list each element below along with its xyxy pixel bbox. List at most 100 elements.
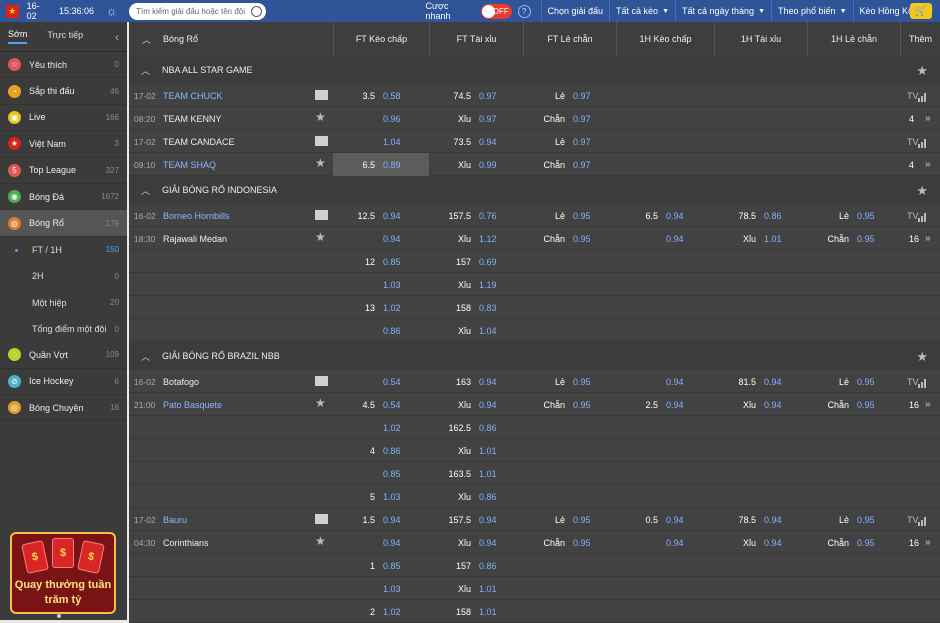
help-icon[interactable]: ? — [518, 5, 531, 18]
odds-price[interactable]: 0.94 — [479, 370, 497, 393]
sidebar-item[interactable]: ⊘Ice Hockey6 — [0, 369, 127, 395]
odds-price[interactable]: 0.97 — [479, 107, 497, 130]
top-menu-item[interactable]: Theo phổ biến▼ — [771, 0, 852, 22]
odds-price[interactable]: 0.94 — [764, 370, 782, 393]
more-bets-count[interactable]: 16 — [909, 227, 919, 250]
star-icon[interactable]: ★ — [315, 534, 326, 548]
odds-price[interactable]: 0.95 — [857, 227, 875, 250]
uk-flag-icon[interactable] — [315, 136, 328, 146]
more-bets-count[interactable]: 4 — [909, 107, 914, 130]
odds-price[interactable]: 1.04 — [479, 319, 497, 342]
odds-price[interactable]: 0.69 — [479, 250, 497, 273]
star-icon[interactable]: ★ — [916, 63, 928, 79]
odds-price[interactable]: 1.01 — [479, 439, 497, 462]
odds-price[interactable]: 0.94 — [479, 130, 497, 153]
odds-price[interactable]: 0.85 — [383, 554, 401, 577]
search-input[interactable]: Tìm kiếm giải đấu hoặc tên đội — [129, 3, 265, 20]
odds-price[interactable]: 1.03 — [383, 577, 401, 600]
odds-price[interactable]: 0.86 — [479, 554, 497, 577]
odds-price[interactable]: 0.97 — [479, 84, 497, 107]
odds-price[interactable]: 0.95 — [857, 508, 875, 531]
odds-price[interactable]: 1.02 — [383, 296, 401, 319]
odds-price[interactable]: 0.95 — [573, 393, 591, 416]
tv-icon[interactable]: TV — [907, 508, 919, 531]
chevron-up-icon[interactable]: ︿ — [141, 64, 150, 77]
odds-price[interactable]: 0.97 — [573, 84, 591, 107]
odds-price[interactable]: 0.86 — [479, 485, 497, 508]
home-team[interactable]: Bauru — [163, 508, 313, 531]
odds-price[interactable]: 0.76 — [479, 204, 497, 227]
odds-price[interactable]: 1.04 — [383, 130, 401, 153]
sidebar-item[interactable]: ◍Bóng Rổ179 — [0, 210, 127, 236]
stats-icon[interactable] — [918, 517, 927, 526]
away-team[interactable]: Rajawali Medan — [163, 227, 313, 250]
odds-price[interactable]: 0.95 — [573, 204, 591, 227]
sidebar-item[interactable]: ◌Quần Vợt109 — [0, 342, 127, 368]
home-team[interactable]: TEAM CANDACE — [163, 130, 313, 153]
sidebar-item[interactable]: ★Việt Nam3 — [0, 131, 127, 157]
league-header[interactable]: ︿NBA ALL STAR GAME★ — [129, 56, 940, 84]
chevron-up-icon[interactable]: ︿ — [141, 350, 150, 363]
odds-price[interactable]: 0.86 — [383, 319, 401, 342]
odds-price[interactable]: 0.94 — [764, 508, 782, 531]
double-chevron-right-icon[interactable]: » — [925, 531, 931, 554]
double-chevron-right-icon[interactable]: » — [925, 153, 931, 176]
odds-price[interactable]: 0.94 — [479, 508, 497, 531]
odds-price[interactable]: 0.94 — [383, 204, 401, 227]
away-team[interactable]: Pato Basquete — [163, 393, 313, 416]
odds-price[interactable]: 0.94 — [383, 508, 401, 531]
promo-banner[interactable]: $ $ $ Quay thưởng tuần trăm tỷ — [10, 532, 116, 614]
sidebar-item[interactable]: 5Top League327 — [0, 158, 127, 184]
odds-price[interactable]: 1.02 — [383, 416, 401, 439]
odds-price[interactable]: 0.95 — [857, 204, 875, 227]
away-team[interactable]: TEAM SHAQ — [163, 153, 313, 176]
odds-price[interactable]: 0.94 — [383, 531, 401, 554]
odds-price[interactable]: 0.95 — [857, 531, 875, 554]
sidebar-item[interactable]: ◎Bóng Chuyền16 — [0, 395, 127, 421]
odds-price[interactable]: 0.95 — [573, 370, 591, 393]
odds-price[interactable]: 0.86 — [479, 416, 497, 439]
odds-price[interactable]: 0.95 — [573, 227, 591, 250]
odds-price[interactable]: 0.54 — [383, 393, 401, 416]
odds-price[interactable]: 0.94 — [666, 531, 684, 554]
odds-price[interactable]: 0.94 — [666, 204, 684, 227]
sidebar-item[interactable]: ◔Sắp thi đấu46 — [0, 78, 127, 104]
stats-icon[interactable] — [918, 139, 927, 148]
star-icon[interactable]: ★ — [315, 396, 326, 410]
odds-price[interactable]: 0.95 — [573, 531, 591, 554]
tab-live[interactable]: Trực tiếp — [47, 30, 83, 43]
uk-flag-icon[interactable] — [315, 210, 328, 220]
chevron-left-icon[interactable]: ‹ — [115, 30, 119, 44]
odds-price[interactable]: 0.99 — [479, 153, 497, 176]
double-chevron-right-icon[interactable]: » — [925, 107, 931, 130]
odds-price[interactable]: 0.97 — [573, 130, 591, 153]
sidebar-subitem[interactable]: Tổng điểm một đội0 — [0, 316, 127, 342]
sidebar-item[interactable]: ☆Yêu thích0 — [0, 52, 127, 78]
odds-price[interactable]: 1.01 — [479, 577, 497, 600]
odds-price[interactable]: 0.95 — [857, 393, 875, 416]
double-chevron-right-icon[interactable]: » — [925, 393, 931, 416]
tv-icon[interactable]: TV — [907, 370, 919, 393]
odds-price[interactable]: 0.94 — [479, 393, 497, 416]
more-bets-count[interactable]: 16 — [909, 531, 919, 554]
odds-price[interactable]: 0.95 — [573, 508, 591, 531]
odds-price[interactable]: 0.86 — [383, 439, 401, 462]
quick-bet-toggle[interactable]: OFF — [481, 4, 512, 19]
odds-price[interactable]: 1.01 — [479, 462, 497, 485]
sidebar-subitem[interactable]: 2H0 — [0, 263, 127, 289]
odds-price[interactable]: 1.19 — [479, 273, 497, 296]
odds-price[interactable]: 0.94 — [666, 227, 684, 250]
top-menu-item[interactable]: Chọn giải đấu — [541, 0, 610, 22]
more-bets-count[interactable]: 4 — [909, 153, 914, 176]
odds-price[interactable]: 0.96 — [383, 107, 401, 130]
star-icon[interactable]: ★ — [916, 349, 928, 365]
star-icon[interactable]: ★ — [315, 110, 326, 124]
odds-price[interactable]: 0.94 — [383, 227, 401, 250]
double-chevron-right-icon[interactable]: » — [925, 227, 931, 250]
odds-price[interactable]: 0.97 — [573, 107, 591, 130]
odds-price[interactable]: 0.54 — [383, 370, 401, 393]
stats-icon[interactable] — [918, 213, 927, 222]
odds-price[interactable]: 0.94 — [666, 508, 684, 531]
odds-price[interactable]: 0.97 — [573, 153, 591, 176]
odds-price[interactable]: 0.95 — [857, 370, 875, 393]
